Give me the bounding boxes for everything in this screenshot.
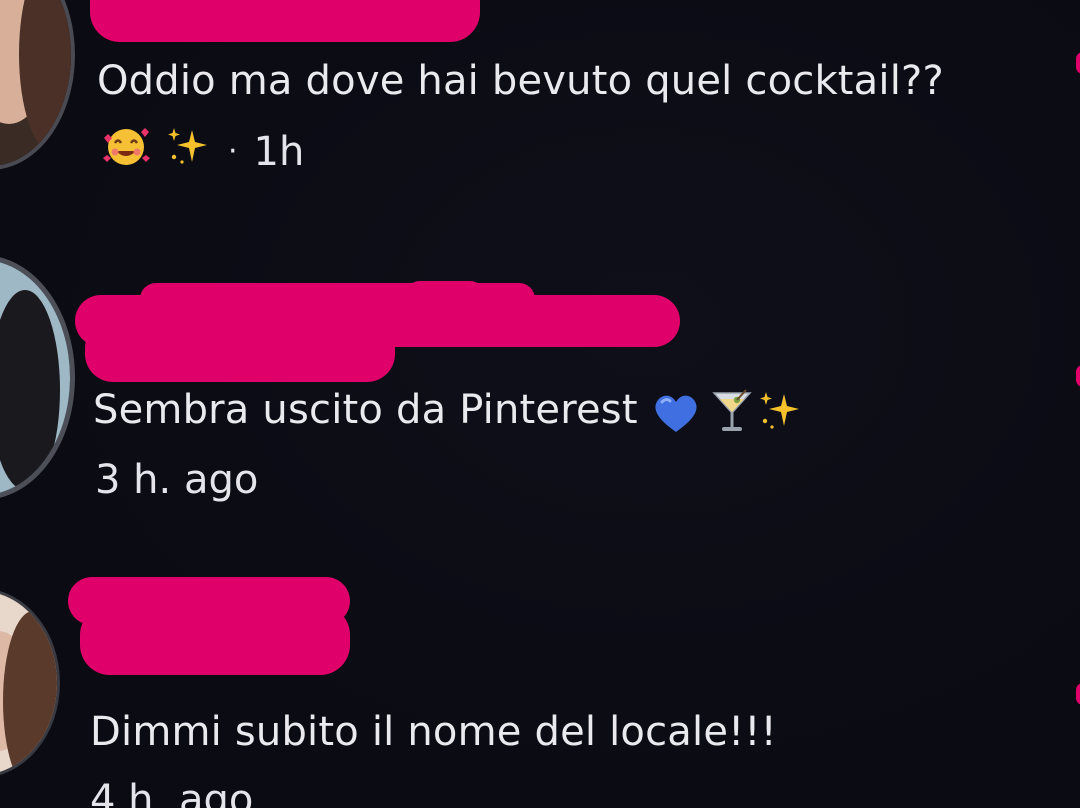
like-button-1[interactable] (1076, 52, 1080, 74)
commenter-avatar-2[interactable] (0, 255, 75, 500)
sparkles-icon (754, 388, 800, 432)
comment-text-1: Oddio ma dove hai bevuto quel cocktail?? (97, 58, 944, 104)
like-button-2[interactable] (1076, 365, 1080, 387)
comment-text-3: Dimmi subito il nome del locale!!! (90, 709, 777, 755)
blue-heart-icon (650, 390, 697, 432)
sparkles-icon (162, 124, 212, 179)
like-button-3[interactable] (1076, 683, 1080, 705)
separator-dot: · (228, 133, 238, 169)
comments-screen: Oddio ma dove hai bevuto quel cocktail?? (0, 0, 1080, 808)
redacted-username-1 (90, 0, 480, 42)
comment-time-3: 4 h. ago (90, 777, 254, 808)
commenter-avatar-3[interactable] (0, 588, 60, 778)
smiling-face-with-hearts-icon (100, 124, 152, 179)
comment-text-2: Sembra uscito da Pinterest (93, 387, 638, 433)
redaction-mark (85, 320, 395, 382)
comment-meta-1: · 1h (100, 124, 304, 179)
comment-time-1: 1h (253, 128, 305, 175)
redaction-mark (80, 605, 350, 675)
commenter-avatar-1[interactable] (0, 0, 75, 170)
comment-time-2: 3 h. ago (95, 457, 259, 503)
comment-line-2: Sembra uscito da Pinterest (93, 386, 800, 434)
cocktail-glass-icon (710, 387, 754, 433)
